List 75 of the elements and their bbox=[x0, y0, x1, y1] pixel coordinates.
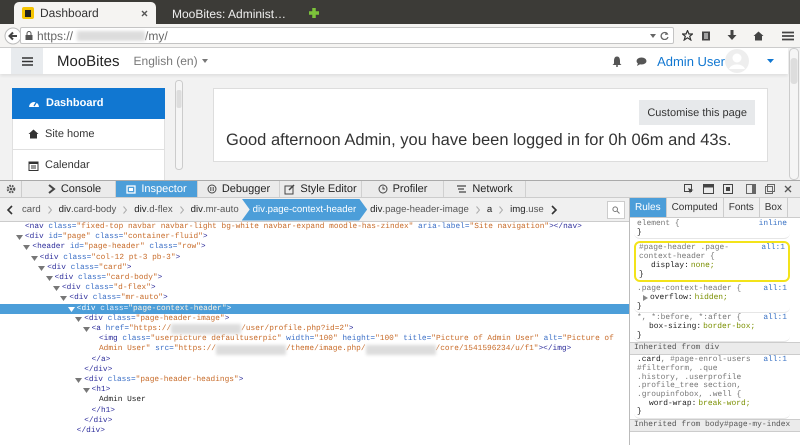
url-text: /my/ bbox=[145, 28, 169, 42]
sidebar-item[interactable]: Site home bbox=[12, 119, 165, 150]
home-icon[interactable] bbox=[753, 30, 764, 40]
chevron-icon bbox=[48, 184, 56, 194]
devtools-tab[interactable]: Profiler bbox=[362, 181, 444, 197]
breadcrumb-item[interactable]: div.page-header-image bbox=[367, 198, 472, 220]
expander-icon[interactable] bbox=[643, 295, 648, 302]
address-field[interactable]: https:// /my/ bbox=[20, 27, 674, 44]
breadcrumb-item[interactable]: a bbox=[484, 198, 496, 220]
greeting-text: Good afternoon Admin, you have been logged in for 0h 06m and 43s. bbox=[226, 131, 732, 150]
list-icon bbox=[456, 184, 468, 194]
pick-icon[interactable] bbox=[684, 184, 694, 194]
bell-icon bbox=[612, 56, 622, 66]
tab-title: Dashboard bbox=[40, 6, 100, 20]
caret-icon[interactable] bbox=[767, 59, 774, 63]
lock-icon bbox=[25, 31, 33, 40]
language-menu[interactable]: English (en) bbox=[134, 54, 208, 68]
plus-icon[interactable] bbox=[308, 7, 320, 19]
panel-tab[interactable]: Computed bbox=[666, 198, 724, 217]
devtools-tab[interactable]: Debugger bbox=[198, 181, 280, 197]
menu-icon[interactable] bbox=[782, 30, 794, 40]
user-name[interactable]: Admin User bbox=[657, 54, 725, 68]
panel-tab[interactable]: Box bbox=[760, 198, 788, 217]
scrollbar[interactable] bbox=[788, 48, 800, 180]
responsive-icon[interactable] bbox=[703, 184, 714, 194]
blurred-area bbox=[216, 344, 286, 355]
separator-icon bbox=[48, 206, 52, 214]
devtools-tab[interactable]: Style Editor bbox=[280, 181, 362, 197]
browser-tab[interactable]: MooBites: Administ… bbox=[158, 4, 298, 24]
pause-icon bbox=[206, 184, 217, 194]
chevron-icon[interactable] bbox=[550, 204, 558, 214]
blurred-area bbox=[171, 324, 242, 334]
calendar-icon bbox=[28, 160, 39, 170]
clock-icon bbox=[378, 184, 388, 194]
scrollbar[interactable] bbox=[175, 80, 183, 170]
breadcrumb-item[interactable]: img.use bbox=[507, 198, 547, 220]
sidebar-item[interactable]: Calendar bbox=[12, 150, 165, 180]
tab-title: MooBites: Administ… bbox=[172, 7, 286, 21]
star-icon[interactable] bbox=[682, 30, 693, 41]
breadcrumb-item[interactable]: div.mr-auto bbox=[188, 198, 242, 220]
separator-icon bbox=[180, 206, 184, 214]
chat-icon bbox=[636, 56, 648, 66]
site-name[interactable]: MooBites bbox=[57, 52, 120, 70]
breadcrumb-item[interactable]: div.d-flex bbox=[131, 198, 176, 220]
clipboard-icon[interactable] bbox=[701, 30, 711, 41]
menu-button[interactable] bbox=[11, 48, 43, 74]
customise-button[interactable]: Customise this page bbox=[639, 100, 755, 125]
breadcrumb-item[interactable]: div.card-body bbox=[56, 198, 120, 220]
url-text: https:// bbox=[37, 28, 74, 42]
close-icon bbox=[141, 10, 148, 16]
edit-icon bbox=[284, 184, 296, 194]
inspector-icon bbox=[126, 184, 136, 194]
close-icon[interactable] bbox=[784, 185, 792, 193]
window-icon[interactable] bbox=[765, 184, 775, 194]
browser-tab[interactable]: Dashboard bbox=[14, 2, 156, 24]
download-icon[interactable] bbox=[727, 30, 737, 41]
separator-icon bbox=[476, 206, 480, 214]
search-button[interactable] bbox=[607, 200, 625, 218]
dock-icon[interactable] bbox=[746, 184, 756, 194]
separator-icon bbox=[499, 206, 504, 214]
reload-icon bbox=[660, 31, 669, 40]
search-icon bbox=[612, 206, 620, 214]
sidebar-item[interactable]: Dashboard bbox=[12, 88, 165, 119]
breadcrumb-item[interactable]: card bbox=[19, 198, 44, 220]
separator-icon bbox=[123, 206, 128, 214]
blurred-area bbox=[77, 30, 146, 40]
blurred-area bbox=[366, 344, 436, 355]
home-icon bbox=[28, 129, 39, 139]
devtools-tab[interactable]: Network bbox=[444, 181, 526, 197]
caret-icon bbox=[202, 59, 208, 63]
caret-icon bbox=[650, 34, 656, 38]
menu-icon bbox=[22, 56, 32, 66]
panel-tab[interactable]: Fonts bbox=[724, 198, 760, 217]
chevron-icon[interactable] bbox=[6, 204, 13, 214]
settings-icon[interactable] bbox=[6, 184, 16, 194]
